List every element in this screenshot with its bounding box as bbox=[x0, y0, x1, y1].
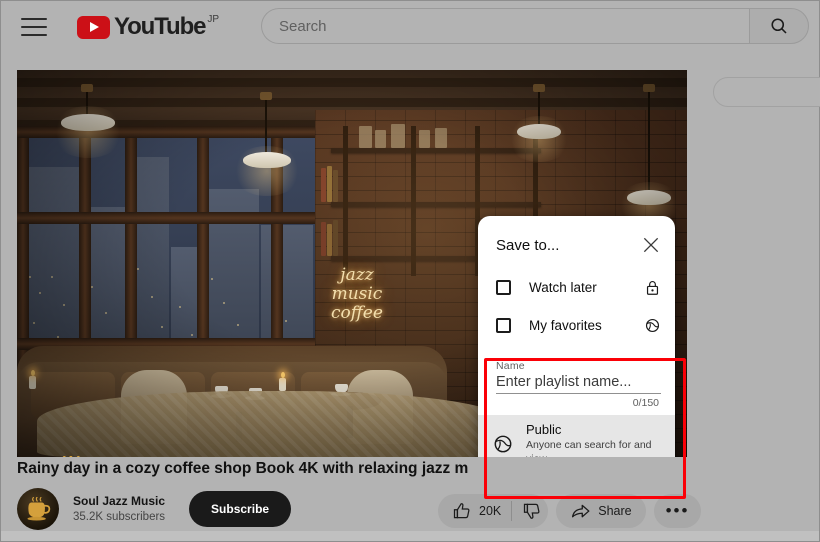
neon-sign: jazz music coffee bbox=[331, 265, 383, 323]
video-title: Rainy day in a cozy coffee shop Book 4K … bbox=[17, 460, 469, 477]
playlist-row-watch-later[interactable]: Watch later bbox=[478, 268, 675, 306]
share-label: Share bbox=[598, 504, 632, 518]
sidebar-placeholder-card bbox=[713, 77, 820, 107]
search-bar bbox=[261, 8, 809, 44]
channel-avatar[interactable] bbox=[17, 488, 59, 530]
youtube-play-icon bbox=[77, 15, 110, 39]
like-dislike-group: 20K bbox=[438, 494, 549, 528]
my-favorites-label: My favorites bbox=[529, 317, 602, 333]
channel-name[interactable]: Soul Jazz Music bbox=[73, 493, 165, 509]
privacy-public-name: Public bbox=[526, 422, 562, 437]
pendant-lamp bbox=[243, 152, 291, 168]
privacy-option-public[interactable]: Public Anyone can search for and view bbox=[478, 415, 675, 457]
coffee-cup-icon bbox=[27, 497, 51, 521]
pendant-lamp bbox=[61, 114, 115, 131]
watch-later-checkbox[interactable] bbox=[496, 279, 511, 295]
thumbs-up-icon[interactable] bbox=[452, 501, 472, 521]
pendant-lamp bbox=[627, 190, 671, 205]
thumbs-down-icon[interactable] bbox=[522, 501, 542, 521]
video-player[interactable]: jazz music coffee Save to... Watch later… bbox=[17, 70, 687, 457]
lock-icon bbox=[646, 280, 659, 295]
subscriber-count: 35.2K subscribers bbox=[73, 511, 166, 523]
playlist-name-label: Name bbox=[496, 360, 525, 372]
youtube-logo-text: YouTube bbox=[114, 12, 207, 40]
playlist-name-input[interactable] bbox=[496, 372, 661, 394]
search-button[interactable] bbox=[749, 8, 809, 44]
dialog-title: Save to... bbox=[496, 236, 560, 254]
globe-icon bbox=[494, 435, 512, 453]
privacy-public-desc: Anyone can search for and view bbox=[526, 439, 652, 457]
character-counter: 0/150 bbox=[632, 397, 659, 409]
coffee-cup-icon bbox=[62, 456, 80, 457]
youtube-country-code: JP bbox=[207, 13, 220, 25]
dialog-header: Save to... bbox=[478, 230, 675, 260]
search-input[interactable] bbox=[279, 17, 719, 35]
search-input-container[interactable] bbox=[261, 8, 749, 44]
pendant-lamp bbox=[517, 124, 561, 139]
bottom-strip bbox=[1, 531, 819, 541]
youtube-logo[interactable]: YouTube JP bbox=[77, 12, 220, 40]
top-header-bar: YouTube JP bbox=[1, 1, 819, 52]
video-action-buttons: 20K Share ••• bbox=[438, 494, 709, 528]
like-count: 20K bbox=[479, 504, 502, 518]
privacy-options-list: Public Anyone can search for and view Un… bbox=[478, 415, 675, 457]
playlist-name-block: Name 0/150 bbox=[478, 344, 675, 409]
floor-rug bbox=[37, 391, 507, 457]
more-options-icon: ••• bbox=[665, 501, 690, 520]
my-favorites-checkbox[interactable] bbox=[496, 317, 511, 333]
more-options-button[interactable]: ••• bbox=[653, 494, 702, 528]
search-icon bbox=[771, 18, 787, 34]
globe-icon bbox=[645, 318, 660, 332]
watch-later-label: Watch later bbox=[529, 279, 597, 295]
share-arrow-icon bbox=[572, 504, 590, 517]
channel-text-block: Soul Jazz Music 35.2K subscribers bbox=[73, 493, 165, 525]
hamburger-menu-icon[interactable] bbox=[21, 17, 47, 36]
playlist-row-my-favorites[interactable]: My favorites bbox=[478, 306, 675, 344]
share-button[interactable]: Share bbox=[556, 494, 646, 528]
subscribe-button[interactable]: Subscribe bbox=[189, 491, 292, 527]
channel-info-row: Soul Jazz Music 35.2K subscribers Subscr… bbox=[17, 488, 292, 530]
save-to-dialog: Save to... Watch later My favorites Name… bbox=[478, 216, 675, 457]
channel-watermark[interactable]: Soul Jazz Music bbox=[39, 448, 107, 457]
close-icon[interactable] bbox=[641, 235, 661, 255]
youtube-watch-page: YouTube JP Search jazz music coffee Save… bbox=[0, 0, 820, 542]
